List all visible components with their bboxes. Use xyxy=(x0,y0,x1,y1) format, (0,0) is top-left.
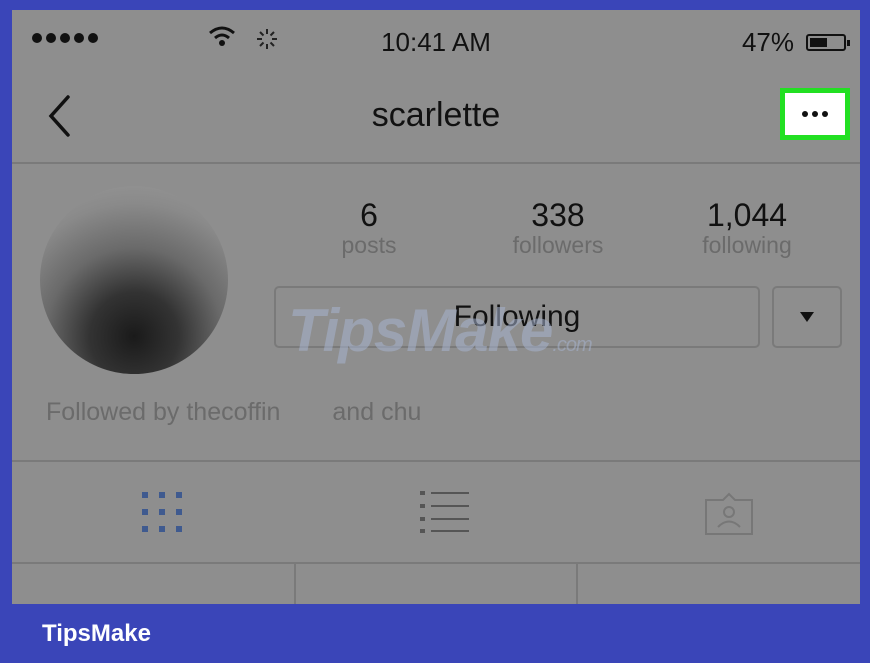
followers-label: followers xyxy=(512,232,604,258)
status-time: 10:41 AM xyxy=(381,27,491,57)
grid-column-divider xyxy=(294,562,296,604)
more-dots-icon xyxy=(802,111,808,117)
profile-username-title: scarlette xyxy=(371,96,501,134)
posts-count: 6 xyxy=(360,197,378,233)
followers-stat[interactable]: 338 followers xyxy=(483,198,633,258)
posts-label: posts xyxy=(341,232,397,258)
followed-by-part1: Followed by thecoffin xyxy=(46,398,281,426)
phone-screen: 10:41 AM 47% scarlette 6 posts 338 follo… xyxy=(12,10,860,604)
watermark-logo: TipsMake.com xyxy=(288,297,593,364)
photo-grid-row xyxy=(12,562,860,604)
profile-avatar[interactable] xyxy=(40,186,228,374)
followers-count: 338 xyxy=(531,197,585,233)
battery-icon xyxy=(806,34,850,51)
grid-view-icon[interactable] xyxy=(140,490,184,534)
footer-brand: TipsMake xyxy=(42,620,151,647)
status-bar: 10:41 AM 47% xyxy=(12,10,860,74)
grid-column-divider xyxy=(576,562,578,604)
list-view-icon[interactable] xyxy=(420,488,470,534)
tagged-photos-icon[interactable] xyxy=(704,492,754,536)
posts-stat[interactable]: 6 posts xyxy=(294,198,444,258)
followed-by-text[interactable]: Followed by thecoffin and chu xyxy=(46,398,421,427)
suggestions-dropdown-button[interactable] xyxy=(772,286,842,348)
dropdown-caret-icon xyxy=(800,312,814,322)
following-stat[interactable]: 1,044 following xyxy=(672,198,822,258)
navigation-bar: scarlette xyxy=(12,74,860,164)
screenshot-frame: 10:41 AM 47% scarlette 6 posts 338 follo… xyxy=(0,0,870,663)
footer-banner: TipsMake xyxy=(0,604,870,663)
followed-by-part2: and chu xyxy=(332,398,422,426)
more-options-button[interactable] xyxy=(780,88,850,140)
battery-percentage: 47% xyxy=(741,27,794,57)
following-label: following xyxy=(702,232,792,258)
profile-view-tabs xyxy=(12,462,860,562)
following-count: 1,044 xyxy=(706,197,788,233)
